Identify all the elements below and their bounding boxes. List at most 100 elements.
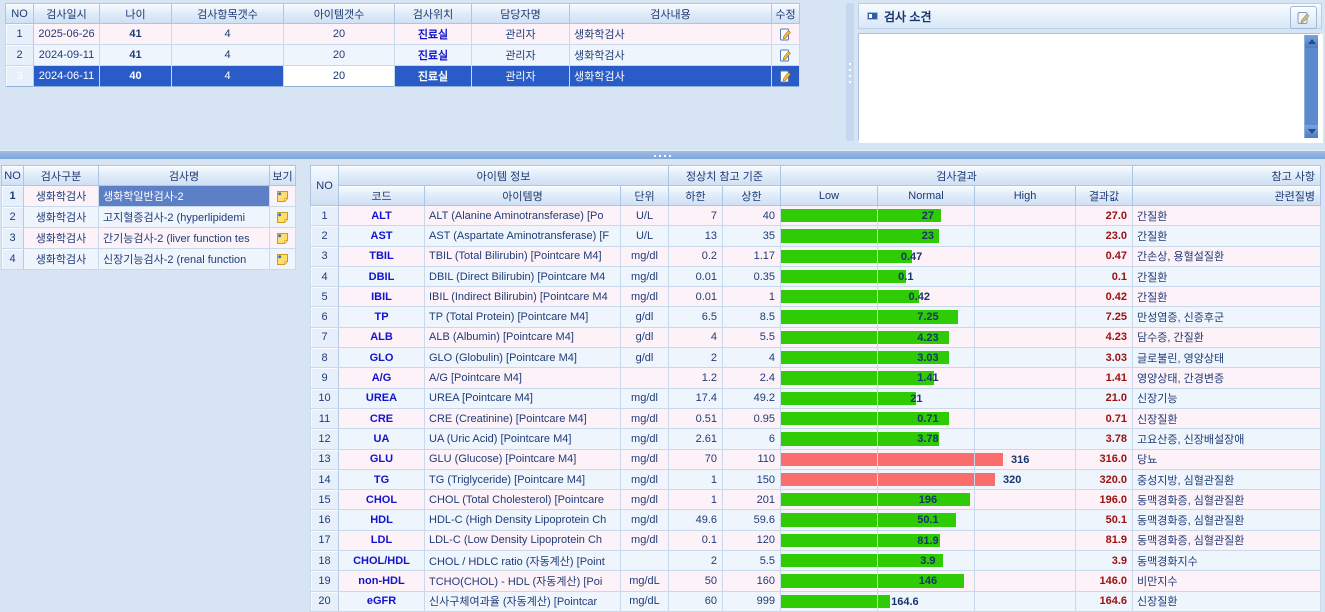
cell-bar-low[interactable] [781, 266, 878, 286]
cell-high-limit[interactable]: 49.2 [723, 388, 781, 408]
cell-code[interactable]: CHOL/HDL [339, 551, 425, 571]
scroll-up-icon[interactable] [1305, 35, 1318, 48]
cell-disease[interactable]: 간질환 [1133, 206, 1321, 226]
cell-no[interactable]: 15 [311, 490, 339, 510]
col-header-result-value[interactable]: 결과값 [1076, 186, 1133, 206]
cell-bar-normal[interactable]: 146 [878, 571, 975, 591]
cell-result-value[interactable]: 1.41 [1076, 368, 1133, 388]
cell-category[interactable]: 생화학검사 [24, 186, 99, 207]
cell-bar-normal[interactable]: 0.42 [878, 287, 975, 307]
cell-high-limit[interactable]: 5.5 [723, 327, 781, 347]
cell-low-limit[interactable]: 0.2 [669, 246, 723, 266]
cell-bar-low[interactable] [781, 510, 878, 530]
cell-high-limit[interactable]: 110 [723, 449, 781, 469]
col-header-disease[interactable]: 관련질병 [1133, 186, 1321, 206]
cell-result-value[interactable]: 320.0 [1076, 469, 1133, 489]
cell-unit[interactable] [621, 368, 669, 388]
cell-manager[interactable]: 관리자 [472, 66, 570, 87]
view-note-button[interactable] [270, 186, 296, 207]
cell-bar-low[interactable] [781, 571, 878, 591]
cell-bar-high[interactable] [975, 490, 1076, 510]
cell-no[interactable]: 17 [311, 530, 339, 550]
cell-result-value[interactable]: 146.0 [1076, 571, 1133, 591]
column-header[interactable]: 검사항목갯수 [172, 4, 284, 24]
cell-high-limit[interactable]: 0.95 [723, 408, 781, 428]
cell-high-limit[interactable]: 40 [723, 206, 781, 226]
cell-low-limit[interactable]: 50 [669, 571, 723, 591]
cell-bar-normal[interactable]: 7.25 [878, 307, 975, 327]
cell-low-limit[interactable]: 6.5 [669, 307, 723, 327]
cell-bar-normal[interactable]: 1.41 [878, 368, 975, 388]
cell-result-value[interactable]: 81.9 [1076, 530, 1133, 550]
cell-bar-high[interactable] [975, 388, 1076, 408]
cell-low-limit[interactable]: 60 [669, 591, 723, 611]
cell-location[interactable]: 진료실 [395, 66, 472, 87]
cell-high-limit[interactable]: 35 [723, 226, 781, 246]
cell-disease[interactable]: 고요산증, 신장배설장애 [1133, 429, 1321, 449]
cell-code[interactable]: AST [339, 226, 425, 246]
cell-bar-high[interactable] [975, 530, 1076, 550]
cell-disease[interactable]: 신장기능 [1133, 388, 1321, 408]
cell-result-value[interactable]: 316.0 [1076, 449, 1133, 469]
cell-no[interactable]: 1 [6, 24, 34, 45]
cell-unit[interactable]: U/L [621, 226, 669, 246]
cell-high-limit[interactable]: 150 [723, 469, 781, 489]
view-note-button[interactable] [270, 249, 296, 270]
cell-disease[interactable]: 글로불린, 영양상태 [1133, 348, 1321, 368]
cell-high-limit[interactable]: 1.17 [723, 246, 781, 266]
column-header[interactable]: 나이 [100, 4, 172, 24]
edit-row-button[interactable] [772, 24, 800, 45]
cell-code[interactable]: UA [339, 429, 425, 449]
cell-low-limit[interactable]: 2.61 [669, 429, 723, 449]
cell-unit[interactable]: mg/dl [621, 490, 669, 510]
cell-item-name[interactable]: UREA [Pointcare M4] [425, 388, 621, 408]
cell-result-value[interactable]: 0.1 [1076, 266, 1133, 286]
cell-no[interactable]: 9 [311, 368, 339, 388]
cell-item-name[interactable]: ALB (Albumin) [Pointcare M4] [425, 327, 621, 347]
cell-bar-normal[interactable]: 81.9 [878, 530, 975, 550]
cell-bar-low[interactable] [781, 327, 878, 347]
cell-item-name[interactable]: 신사구체여과율 (자동계산) [Pointcar [425, 591, 621, 611]
cell-unit[interactable]: mg/dl [621, 287, 669, 307]
cell-disease[interactable]: 동맥경화지수 [1133, 551, 1321, 571]
column-header[interactable]: NO [2, 166, 24, 186]
cell-bar-normal[interactable]: 3.03 [878, 348, 975, 368]
col-header-low-limit[interactable]: 하한 [669, 186, 723, 206]
cell-result-value[interactable]: 27.0 [1076, 206, 1133, 226]
cell-high-limit[interactable]: 4 [723, 348, 781, 368]
col-group-normal-range[interactable]: 정상치 참고 기준 [669, 166, 781, 186]
column-header[interactable]: 아이템갯수 [284, 4, 395, 24]
cell-no[interactable]: 3 [2, 228, 24, 249]
cell-bar-normal[interactable] [878, 449, 975, 469]
cell-bar-low[interactable] [781, 408, 878, 428]
cell-bar-normal[interactable]: 3.78 [878, 429, 975, 449]
cell-disease[interactable]: 간질환 [1133, 226, 1321, 246]
col-header-code[interactable]: 코드 [339, 186, 425, 206]
cell-item-name[interactable]: TP (Total Protein) [Pointcare M4] [425, 307, 621, 327]
cell-no[interactable]: 2 [311, 226, 339, 246]
cell-age[interactable]: 41 [100, 45, 172, 66]
cell-code[interactable]: IBIL [339, 287, 425, 307]
cell-item-name[interactable]: UA (Uric Acid) [Pointcare M4] [425, 429, 621, 449]
cell-bar-normal[interactable]: 196 [878, 490, 975, 510]
cell-disease[interactable]: 만성염증, 신증후군 [1133, 307, 1321, 327]
cell-bar-normal[interactable]: 4.23 [878, 327, 975, 347]
cell-bar-normal[interactable]: 164.6 [878, 591, 975, 611]
cell-low-limit[interactable]: 4 [669, 327, 723, 347]
cell-bar-normal[interactable]: 21 [878, 388, 975, 408]
cell-unit[interactable]: mg/dl [621, 530, 669, 550]
column-header[interactable]: 검사위치 [395, 4, 472, 24]
col-group-item-info[interactable]: 아이템 정보 [339, 166, 669, 186]
cell-code[interactable]: DBIL [339, 266, 425, 286]
cell-age[interactable]: 41 [100, 24, 172, 45]
cell-low-limit[interactable]: 2 [669, 551, 723, 571]
cell-unit[interactable]: mg/dl [621, 429, 669, 449]
cell-bar-low[interactable] [781, 287, 878, 307]
cell-age[interactable]: 40 [100, 66, 172, 87]
findings-scrollbar[interactable] [1304, 35, 1318, 138]
cell-item-name[interactable]: A/G [Pointcare M4] [425, 368, 621, 388]
cell-low-limit[interactable]: 17.4 [669, 388, 723, 408]
cell-test-name[interactable]: 신장기능검사-2 (renal function [99, 249, 270, 270]
cell-no[interactable]: 16 [311, 510, 339, 530]
cell-bar-high[interactable]: 316 [975, 449, 1076, 469]
